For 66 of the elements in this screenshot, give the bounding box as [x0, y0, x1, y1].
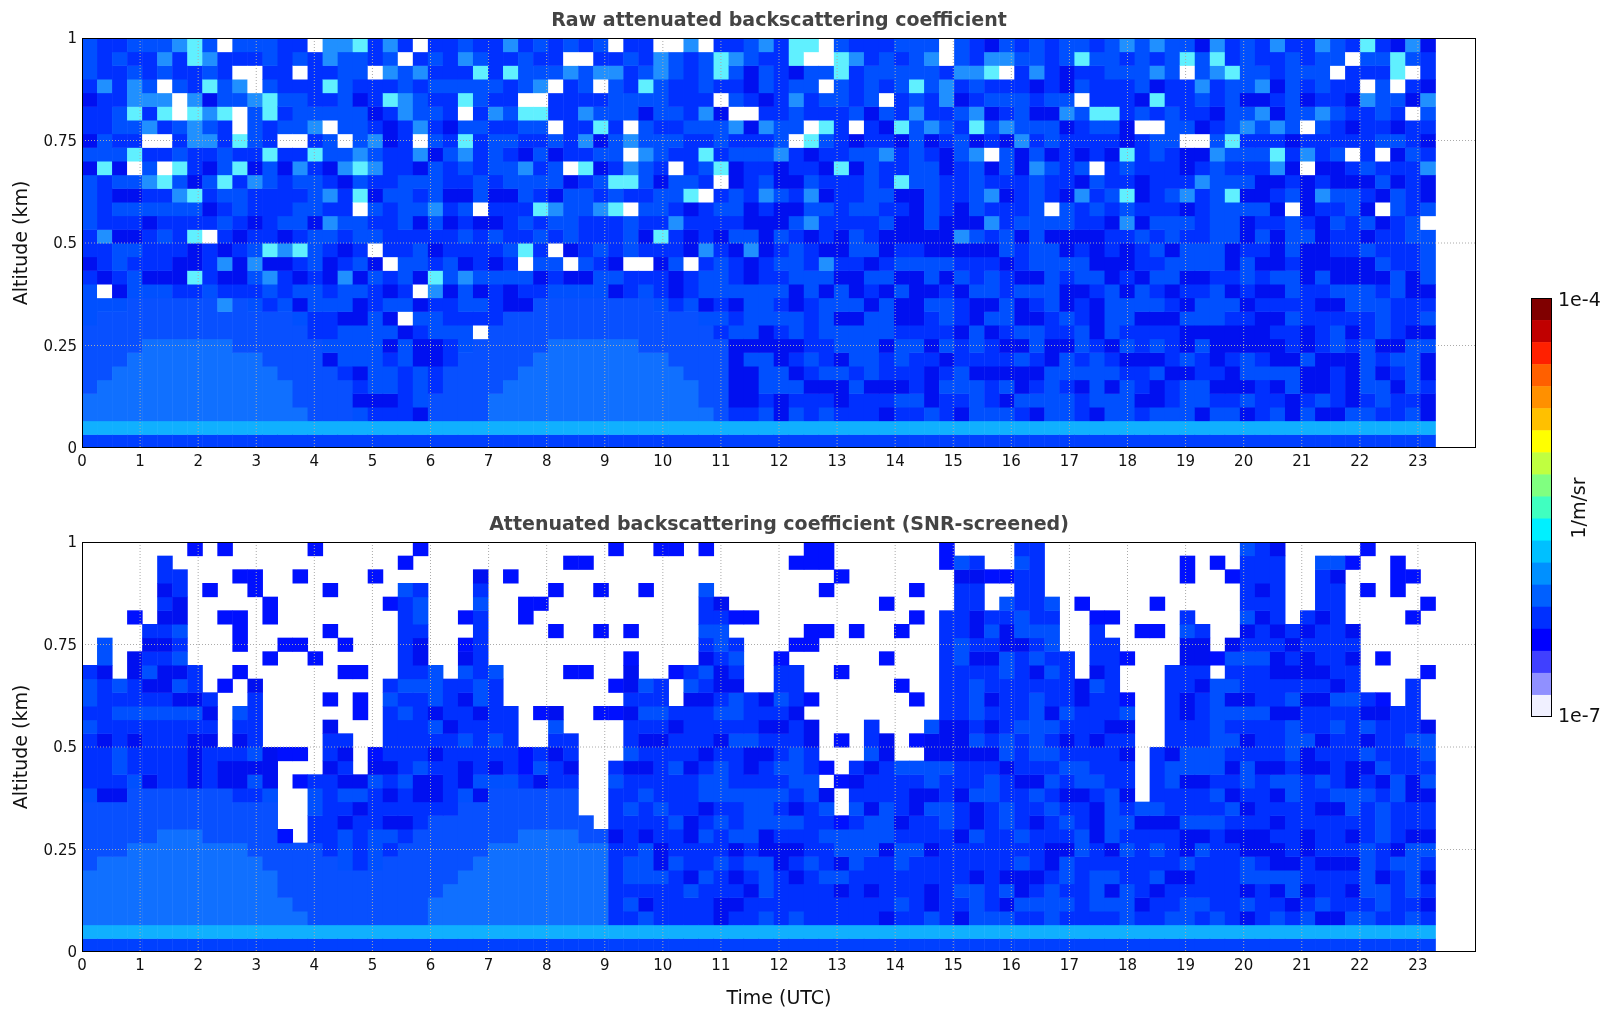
x-tick-label: 0 — [77, 452, 87, 470]
x-tick-label: 16 — [1001, 956, 1021, 974]
x-tick-label: 8 — [541, 956, 552, 974]
x-tick-label: 5 — [367, 956, 378, 974]
x-tick-label: 6 — [425, 956, 436, 974]
x-tick-label: 15 — [943, 956, 963, 974]
x-tick-label: 16 — [1001, 452, 1021, 470]
y-tick-label: 0 — [67, 439, 77, 457]
x-tick-label: 13 — [827, 452, 847, 470]
chart-title: Attenuated backscattering coefficient (SNR-screened) — [489, 512, 1069, 534]
x-tick-label: 19 — [1176, 452, 1196, 470]
x-tick-label: 3 — [251, 452, 261, 470]
x-tick-label: 14 — [885, 452, 905, 470]
x-tick-label: 23 — [1408, 956, 1428, 974]
y-axis-label: Altitude (km) — [9, 180, 31, 306]
x-tick-label: 22 — [1350, 452, 1370, 470]
colorbar-max-label: 1e-4 — [1558, 290, 1601, 309]
x-tick-label: 2 — [193, 956, 203, 974]
x-axis-label: Time (UTC) — [726, 986, 832, 1008]
x-tick-label: 20 — [1234, 956, 1254, 974]
x-tick-label: 4 — [309, 956, 320, 974]
x-tick-label: 8 — [541, 452, 552, 470]
x-tick-label: 19 — [1176, 956, 1196, 974]
chart-title: Raw attenuated backscattering coefficient — [551, 8, 1007, 30]
x-tick-label: 15 — [943, 452, 963, 470]
x-tick-label: 13 — [827, 956, 847, 974]
x-tick-label: 17 — [1059, 452, 1079, 470]
x-tick-label: 14 — [885, 956, 905, 974]
x-tick-label: 4 — [309, 452, 320, 470]
y-tick-label: 0.25 — [43, 336, 77, 355]
x-tick-label: 1 — [135, 956, 145, 974]
x-tick-label: 5 — [367, 452, 378, 470]
x-tick-label: 9 — [600, 956, 610, 974]
y-tick-label: 0.5 — [53, 234, 77, 252]
x-tick-label: 3 — [251, 956, 261, 974]
x-tick-label: 0 — [77, 956, 87, 974]
y-tick-label: 0 — [67, 943, 77, 961]
x-tick-label: 23 — [1408, 452, 1428, 470]
x-tick-label: 20 — [1234, 452, 1254, 470]
x-tick-label: 2 — [193, 452, 203, 470]
y-tick-label: 0.75 — [43, 131, 77, 150]
x-tick-label: 1 — [135, 452, 145, 470]
x-tick-label: 12 — [769, 956, 789, 974]
x-tick-label: 11 — [711, 956, 731, 974]
colorbar-min-label: 1e-7 — [1558, 706, 1601, 725]
x-tick-label: 21 — [1292, 956, 1312, 974]
x-tick-label: 22 — [1350, 956, 1370, 974]
y-axis-label: Altitude (km) — [9, 684, 31, 810]
colorbar-unit-label: 1/m/sr — [1567, 476, 1589, 539]
x-tick-label: 9 — [600, 452, 610, 470]
x-tick-label: 6 — [425, 452, 436, 470]
y-tick-label: 1 — [67, 533, 77, 551]
x-tick-label: 10 — [653, 956, 673, 974]
x-tick-label: 21 — [1292, 452, 1312, 470]
x-tick-label: 12 — [769, 452, 789, 470]
x-tick-label: 7 — [483, 956, 494, 974]
y-tick-label: 1 — [67, 29, 77, 47]
x-tick-label: 10 — [653, 452, 673, 470]
x-tick-label: 18 — [1117, 956, 1138, 974]
y-tick-label: 0.75 — [43, 635, 77, 654]
x-tick-label: 11 — [711, 452, 731, 470]
y-tick-label: 0.5 — [53, 738, 77, 756]
y-tick-label: 0.25 — [43, 840, 77, 859]
x-tick-label: 17 — [1059, 956, 1079, 974]
x-tick-label: 7 — [483, 452, 494, 470]
x-tick-label: 18 — [1117, 452, 1138, 470]
